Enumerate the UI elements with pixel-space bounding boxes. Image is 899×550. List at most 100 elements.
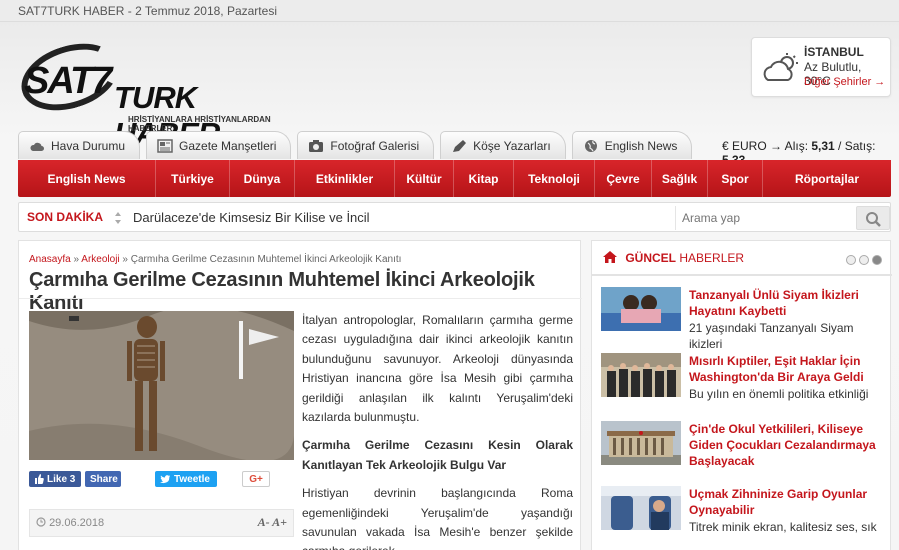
nav-teknoloji[interactable]: Teknoloji bbox=[514, 172, 594, 186]
nav-spor[interactable]: Spor bbox=[708, 172, 762, 186]
slider-dot[interactable] bbox=[859, 255, 869, 265]
nav-english-news[interactable]: English News bbox=[18, 172, 155, 186]
twins-thumbnail-image bbox=[601, 287, 681, 331]
search-icon bbox=[866, 212, 881, 227]
news-description: Titrek minik ekran, kalitesiz ses, sık bbox=[689, 520, 877, 534]
breadcrumb-sep: » bbox=[70, 254, 82, 265]
nav-etkinlikler[interactable]: Etkinlikler bbox=[295, 172, 394, 186]
search-button[interactable] bbox=[856, 206, 890, 230]
tab-fotograf-galerisi[interactable]: Fotoğraf Galerisi bbox=[297, 131, 435, 159]
sidebar-heading-red: GÜNCEL bbox=[625, 251, 677, 265]
article-panel: Anasayfa » Arkeoloji » Çarmıha Gerilme C… bbox=[18, 240, 582, 550]
nav-dunya[interactable]: Dünya bbox=[230, 172, 294, 186]
breadcrumb-home[interactable]: Anasayfa bbox=[29, 254, 71, 265]
breadcrumb-sep: » bbox=[119, 254, 131, 265]
other-cities-link[interactable]: Diğer Şehirler → bbox=[804, 76, 885, 88]
nav-cevre[interactable]: Çevre bbox=[595, 172, 651, 186]
utility-tabs: Hava Durumu Gazete Manşetleri Fotoğraf G… bbox=[18, 131, 698, 159]
skeleton-excavation-image bbox=[29, 311, 294, 460]
latest-news-sidebar: GÜNCEL HABERLER Tanzanyalı Ünlü Siyam İk… bbox=[591, 240, 892, 550]
sidebar-heading-rest: HABERLER bbox=[676, 251, 745, 265]
facebook-share-button[interactable]: Share bbox=[85, 471, 121, 487]
tab-kose-yazarlari[interactable]: Köşe Yazarları bbox=[440, 131, 566, 159]
breadcrumb-current: Çarmıha Gerilme Cezasının Muhtemel İkinc… bbox=[130, 254, 402, 265]
globe-icon bbox=[584, 139, 597, 152]
tab-label: Köşe Yazarları bbox=[473, 138, 551, 153]
tweet-button[interactable]: Tweetle bbox=[155, 471, 217, 487]
nav-turkiye[interactable]: Türkiye bbox=[156, 172, 229, 186]
slider-dots[interactable] bbox=[843, 255, 882, 265]
news-description: 21 yaşındaki Tanzanyalı Siyam ikizleri bbox=[689, 321, 854, 351]
divider bbox=[592, 274, 892, 276]
tweet-label: Tweetle bbox=[174, 473, 210, 485]
main-navigation: English News Türkiye Dünya Etkinlikler K… bbox=[18, 160, 891, 197]
tab-gazete-mansetleri[interactable]: Gazete Manşetleri bbox=[146, 131, 292, 159]
article-paragraph: Hristiyan devrinin başlangıcında Roma eg… bbox=[302, 486, 573, 550]
slider-dot[interactable] bbox=[846, 255, 856, 265]
logo-sat-text: SAT7 bbox=[24, 60, 112, 102]
news-description: Bu yılın en önemli politika etkinliği bbox=[689, 387, 869, 401]
breadcrumb: Anasayfa » Arkeoloji » Çarmıha Gerilme C… bbox=[29, 254, 401, 265]
date-text: 29.06.2018 bbox=[49, 517, 105, 529]
currency-mid: / Satış: bbox=[834, 139, 876, 153]
thumbs-up-icon bbox=[35, 474, 44, 484]
building-thumbnail-image bbox=[601, 421, 681, 465]
nav-kitap[interactable]: Kitap bbox=[454, 172, 513, 186]
group-photo-thumbnail-image bbox=[601, 353, 681, 397]
article-paragraph: İtalyan antropologlar, Romalıların çarmı… bbox=[302, 313, 573, 425]
tab-label: Gazete Manşetleri bbox=[179, 138, 277, 153]
pen-icon bbox=[453, 139, 467, 152]
top-date-bar: SAT7TURK HABER - 2 Temmuz 2018, Pazartes… bbox=[0, 0, 899, 22]
font-size-controls[interactable]: A- A+ bbox=[258, 515, 287, 530]
nav-roportajlar[interactable]: Röportajlar bbox=[763, 172, 891, 186]
weather-city: İSTANBUL bbox=[804, 45, 864, 59]
slider-dot-active[interactable] bbox=[872, 255, 882, 265]
article-photo[interactable] bbox=[29, 311, 294, 460]
news-thumbnail[interactable] bbox=[601, 287, 681, 331]
currency-buy: 5,31 bbox=[811, 139, 835, 153]
facebook-like-button[interactable]: Like 3 bbox=[29, 471, 81, 487]
share-label: Share bbox=[90, 473, 118, 485]
news-thumbnail[interactable] bbox=[601, 421, 681, 465]
newspaper-icon bbox=[157, 138, 173, 153]
article-body: İtalyan antropologlar, Romalıların çarmı… bbox=[302, 311, 573, 550]
airplane-cabin-thumbnail-image bbox=[601, 486, 681, 530]
news-title[interactable]: Mısırlı Kıptiler, Eşit Haklar İçin Washi… bbox=[689, 353, 889, 385]
google-plus-button[interactable]: G+ bbox=[242, 471, 270, 487]
search-input[interactable] bbox=[682, 209, 842, 227]
sidebar-heading: GÜNCEL HABERLER bbox=[602, 250, 744, 265]
news-title[interactable]: Çin'de Okul Yetkilileri, Kiliseye Giden … bbox=[689, 421, 894, 469]
news-item[interactable]: Uçmak Zihninize Garip Oyunlar Oynayabili… bbox=[601, 486, 886, 546]
breaking-news-bar: SON DAKİKA Darülaceze'de Kimsesiz Bir Ki… bbox=[18, 202, 891, 232]
article-meta-bar: 29.06.2018 A- A+ bbox=[29, 509, 294, 537]
news-item[interactable]: Çin'de Okul Yetkilileri, Kiliseye Giden … bbox=[601, 421, 886, 481]
article-subheading: Çarmıha Gerilme Cezasını Kesin Olarak Ka… bbox=[302, 438, 573, 472]
news-thumbnail[interactable] bbox=[601, 353, 681, 397]
currency-prefix: € EURO → Alış: bbox=[722, 139, 812, 153]
nav-kultur[interactable]: Kültür bbox=[395, 172, 453, 186]
cloud-sun-icon bbox=[763, 53, 798, 81]
breaking-news-headline[interactable]: Darülaceze'de Kimsesiz Bir Kilise ve İnc… bbox=[133, 210, 370, 225]
nav-saglik[interactable]: Sağlık bbox=[652, 172, 707, 186]
tab-english-news[interactable]: English News bbox=[571, 131, 693, 159]
twitter-bird-icon bbox=[160, 474, 170, 483]
tab-hava-durumu[interactable]: Hava Durumu bbox=[18, 131, 141, 159]
news-item[interactable]: Mısırlı Kıptiler, Eşit Haklar İçin Washi… bbox=[601, 353, 886, 413]
camera-icon bbox=[309, 139, 324, 152]
like-label: Like 3 bbox=[47, 473, 76, 485]
gplus-label: G+ bbox=[249, 473, 263, 485]
site-date-text: SAT7TURK HABER - 2 Temmuz 2018, Pazartes… bbox=[18, 4, 277, 18]
ticker-arrows-icon[interactable] bbox=[114, 209, 122, 227]
news-title[interactable]: Tanzanyalı Ünlü Siyam İkizleri Hayatını … bbox=[689, 287, 889, 319]
news-thumbnail[interactable] bbox=[601, 486, 681, 530]
weather-icon bbox=[30, 142, 44, 151]
article-title: Çarmıha Gerilme Cezasının Muhtemel İkinc… bbox=[29, 269, 535, 314]
breadcrumb-category[interactable]: Arkeoloji bbox=[81, 254, 119, 265]
news-title[interactable]: Uçmak Zihninize Garip Oyunlar Oynayabili… bbox=[689, 486, 889, 518]
home-icon bbox=[603, 251, 617, 263]
divider bbox=[19, 298, 582, 299]
clock-icon bbox=[36, 517, 46, 527]
tab-label: English News bbox=[604, 138, 678, 153]
news-item[interactable]: Tanzanyalı Ünlü Siyam İkizleri Hayatını … bbox=[601, 287, 889, 351]
site-logo[interactable]: SAT7 TURK HABER HRİSTİYANLARA HRİSTİYANL… bbox=[12, 32, 278, 151]
